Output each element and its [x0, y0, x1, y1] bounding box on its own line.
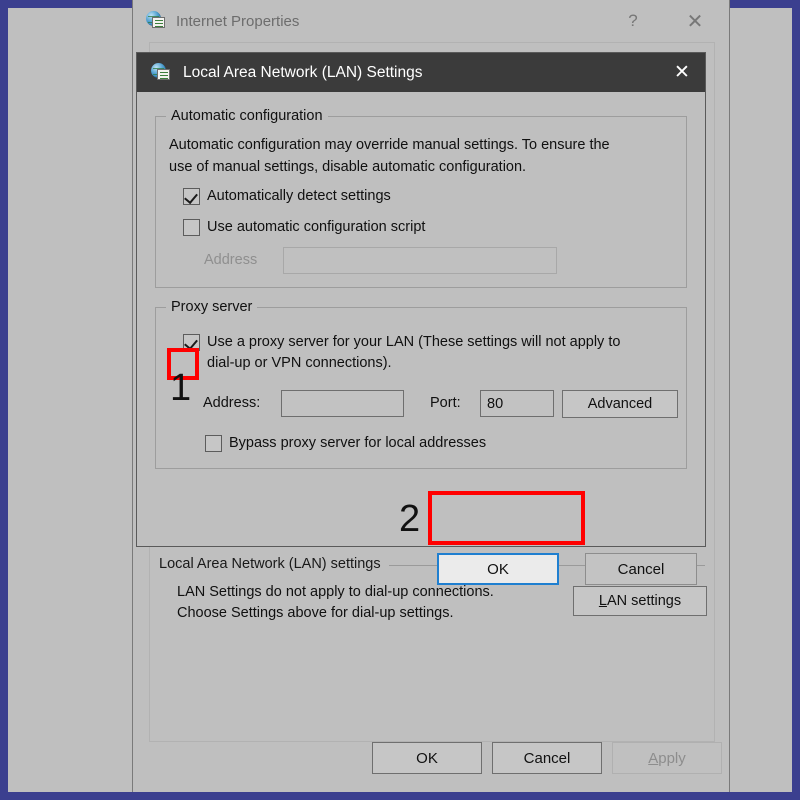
lan-settings-button[interactable]: L AN settings: [573, 586, 707, 616]
script-address-input[interactable]: [283, 247, 557, 274]
lan-dialog-body: Automatic configuration Automatic config…: [137, 92, 705, 546]
use-automatic-configuration-script-checkbox[interactable]: [183, 219, 200, 236]
proxy-server-group-label: Proxy server: [166, 299, 258, 315]
proxy-port-label: Port:: [430, 395, 461, 411]
internet-properties-title: Internet Properties: [176, 12, 300, 30]
internet-properties-icon: [151, 62, 171, 83]
lan-settings-dialog: Local Area Network (LAN) Settings ✕ Auto…: [137, 53, 705, 585]
automatically-detect-settings-checkbox[interactable]: [183, 188, 200, 205]
proxy-server-group: Proxy server Use a proxy server for your…: [155, 299, 687, 469]
internet-properties-icon: [146, 11, 166, 31]
internet-properties-footer: OK Cancel Apply: [133, 736, 731, 782]
lan-dialog-ok-button[interactable]: OK: [437, 553, 559, 585]
lan-dialog-cancel-button[interactable]: Cancel: [585, 553, 697, 585]
automatic-configuration-group: Automatic configuration Automatic config…: [155, 108, 687, 288]
bypass-proxy-server-label: Bypass proxy server for local addresses: [229, 435, 487, 451]
lan-group-description-line1: LAN Settings do not apply to dial-up con…: [177, 584, 494, 600]
script-address-label: Address: [204, 252, 258, 268]
automatic-configuration-description: Automatic configuration may override man…: [169, 135, 610, 179]
internet-properties-titlebar: Internet Properties ? ✕: [133, 0, 729, 42]
lan-dialog-title: Local Area Network (LAN) Settings: [183, 63, 423, 81]
automatic-configuration-description-line2: use of manual settings, disable automati…: [169, 158, 527, 175]
proxy-address-input[interactable]: [281, 390, 404, 417]
lan-dialog-titlebar[interactable]: Local Area Network (LAN) Settings ✕: [137, 53, 705, 92]
automatically-detect-settings-row[interactable]: Automatically detect settings: [183, 186, 391, 207]
help-icon[interactable]: ?: [613, 0, 653, 42]
lan-group-description: LAN Settings do not apply to dial-up con…: [177, 582, 494, 624]
lan-settings-button-accel: L: [598, 593, 607, 609]
use-a-proxy-server-row[interactable]: Use a proxy server for your LAN (These s…: [183, 332, 637, 374]
close-icon[interactable]: ✕: [659, 53, 705, 92]
internet-properties-ok-button[interactable]: OK: [372, 742, 482, 774]
advanced-button[interactable]: Advanced: [562, 390, 678, 418]
screenshot-frame: Internet Properties ? ✕ Local Area Netwo…: [0, 0, 800, 800]
use-a-proxy-server-label: Use a proxy server for your LAN (These s…: [207, 334, 621, 372]
close-icon[interactable]: ✕: [673, 0, 717, 42]
apply-button-accel: A: [648, 749, 659, 767]
internet-properties-apply-button[interactable]: Apply: [612, 742, 722, 774]
automatic-configuration-description-line1: Automatic configuration may override man…: [169, 137, 610, 153]
bypass-proxy-server-checkbox[interactable]: [205, 435, 222, 452]
use-automatic-configuration-script-label: Use automatic configuration script: [207, 219, 426, 235]
lan-settings-button-label: AN settings: [606, 593, 682, 609]
lan-group-label: Local Area Network (LAN) settings: [159, 556, 389, 572]
internet-properties-cancel-button[interactable]: Cancel: [492, 742, 602, 774]
annotation-number-2: 2: [399, 498, 421, 540]
automatically-detect-settings-label: Automatically detect settings: [207, 188, 391, 204]
annotation-number-1: 1: [170, 367, 192, 409]
use-automatic-configuration-script-row[interactable]: Use automatic configuration script: [183, 217, 425, 238]
proxy-address-label: Address:: [203, 395, 261, 411]
lan-group-description-line2: Choose Settings above for dial-up settin…: [177, 605, 454, 622]
apply-button-label: pply: [658, 749, 686, 767]
automatic-configuration-group-label: Automatic configuration: [166, 108, 328, 124]
use-a-proxy-server-checkbox[interactable]: [183, 334, 200, 351]
proxy-port-input[interactable]: [480, 390, 554, 417]
bypass-proxy-server-row[interactable]: Bypass proxy server for local addresses: [205, 433, 486, 454]
